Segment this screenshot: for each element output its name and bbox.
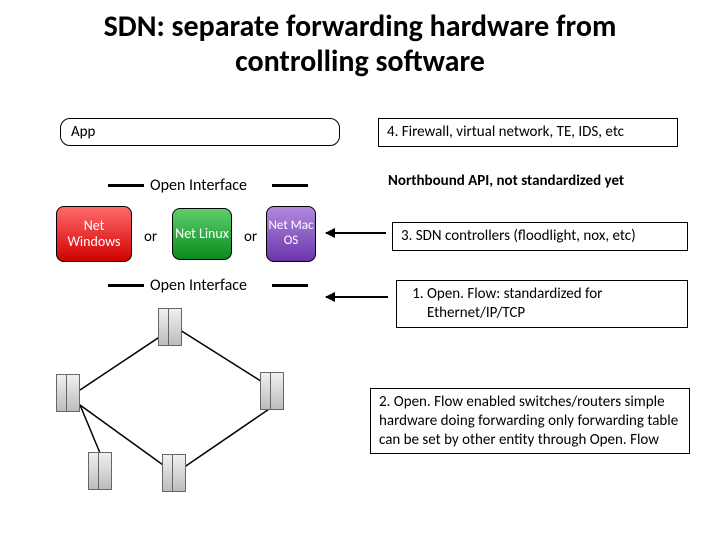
note-firewall: 4. Firewall, virtual network, TE, IDS, e… — [378, 118, 678, 147]
note-switches: 2. Open. Flow enabled switches/routers s… — [370, 388, 690, 454]
arrow-icon — [326, 296, 388, 298]
or-text: or — [244, 228, 257, 246]
os-label: Net Mac OS — [267, 219, 315, 249]
switch-icon — [162, 452, 192, 494]
open-interface-upper: Open Interface — [150, 176, 247, 195]
net-windows-box: Net Windows — [56, 206, 132, 262]
note-item: Open. Flow: standardized for Ethernet/IP… — [427, 285, 679, 323]
connector-line — [272, 184, 308, 187]
or-text: or — [144, 228, 157, 246]
net-mac-box: Net Mac OS — [266, 206, 316, 262]
app-box: App — [60, 118, 340, 146]
note-list: Open. Flow: standardized for Ethernet/IP… — [405, 285, 679, 323]
connector-line — [108, 284, 144, 287]
switch-icon — [88, 450, 118, 492]
app-label: App — [71, 123, 95, 141]
slide-title: SDN: separate forwarding hardware from c… — [0, 0, 720, 83]
switch-icon — [56, 372, 86, 414]
os-label: Net Linux — [175, 226, 229, 242]
switch-icon — [260, 370, 290, 412]
note-northbound: Northbound API, not standardized yet — [388, 172, 688, 190]
net-linux-box: Net Linux — [172, 208, 232, 260]
arrow-icon — [326, 232, 386, 234]
note-openflow: Open. Flow: standardized for Ethernet/IP… — [396, 280, 688, 328]
connector-line — [108, 184, 144, 187]
os-label: Net Windows — [57, 218, 131, 250]
open-interface-lower: Open Interface — [150, 276, 247, 295]
connector-line — [272, 284, 308, 287]
switch-icon — [158, 306, 188, 348]
note-controllers: 3. SDN controllers (floodlight, nox, etc… — [392, 222, 688, 251]
